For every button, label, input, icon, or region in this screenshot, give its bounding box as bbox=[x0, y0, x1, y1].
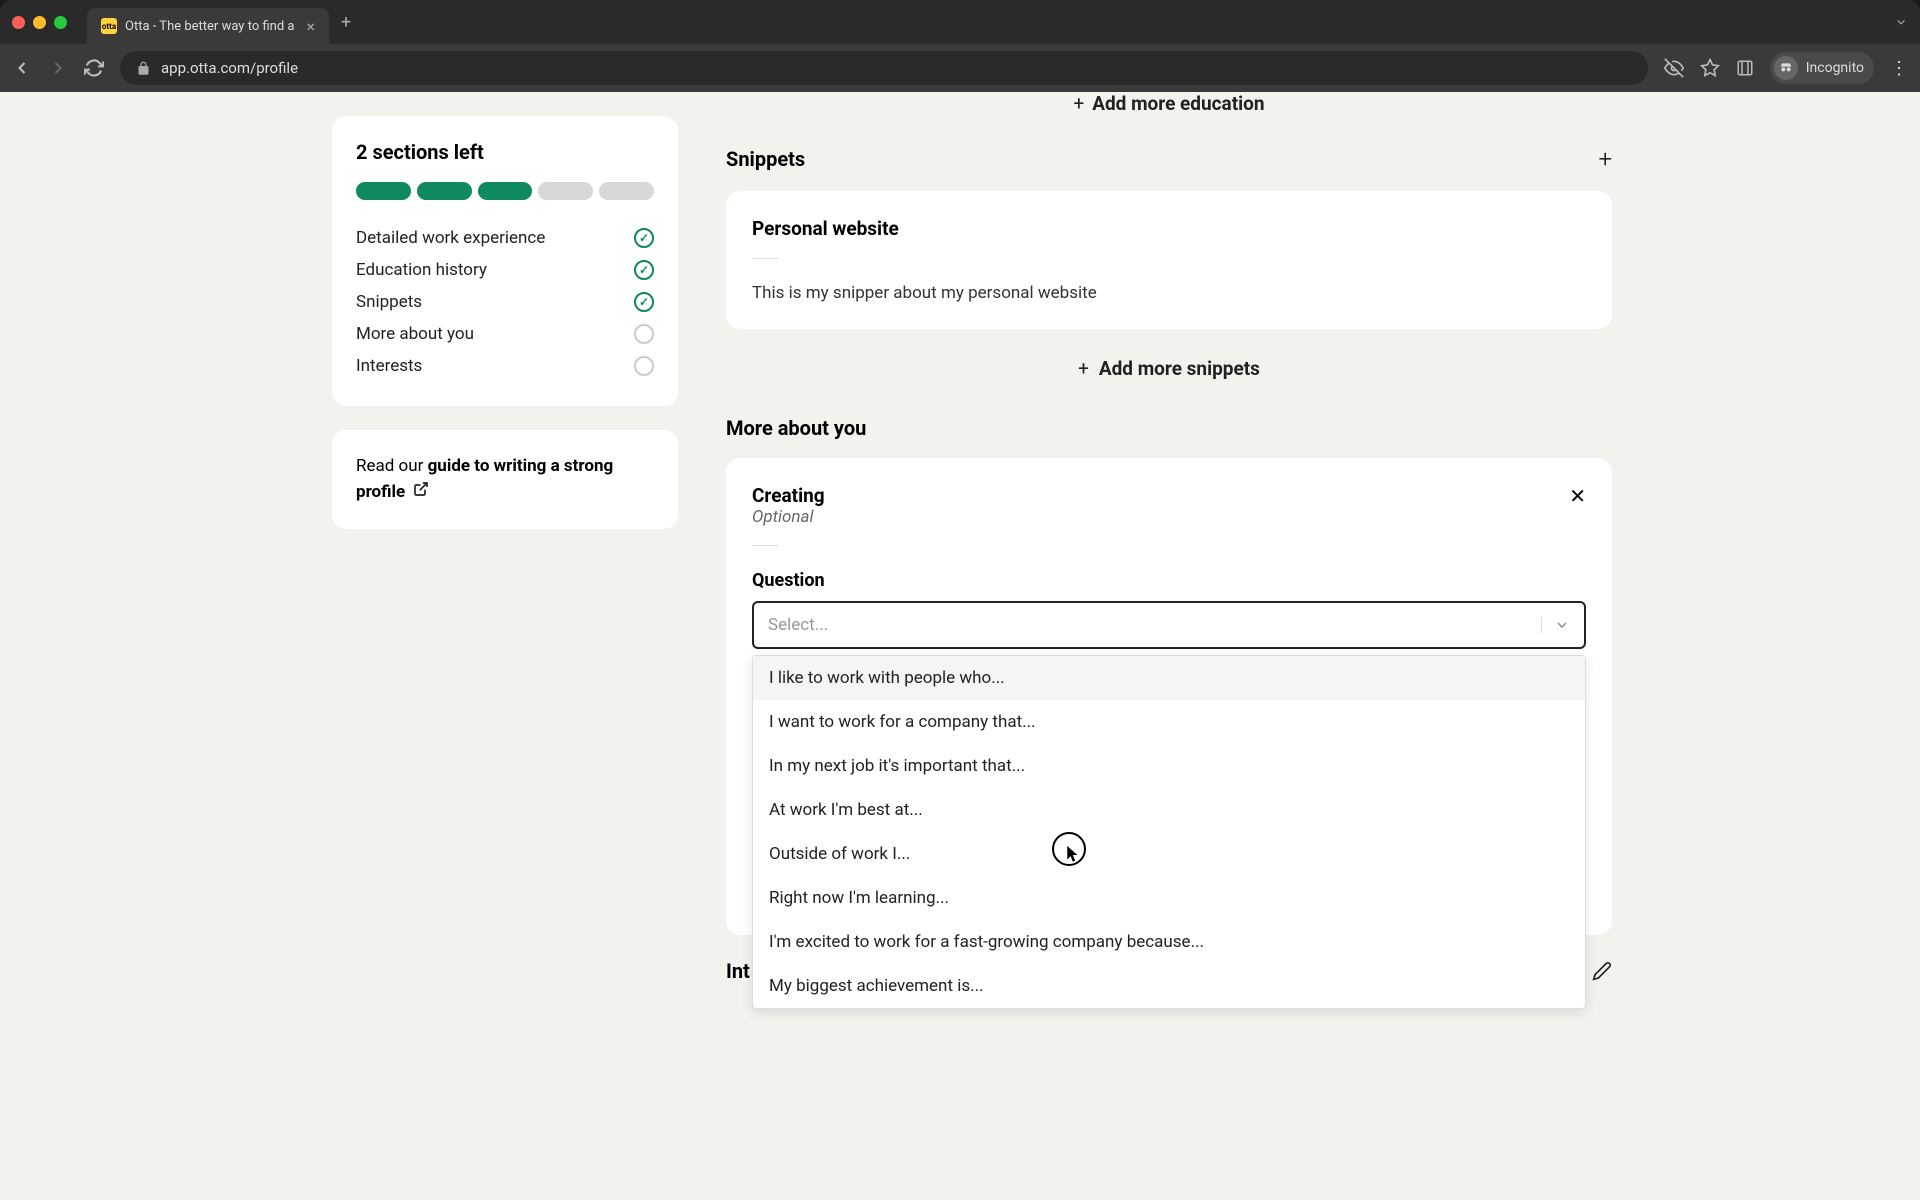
checklist-item[interactable]: Snippets bbox=[356, 286, 654, 318]
sidebar: 2 sections left Detailed work experience… bbox=[332, 116, 678, 529]
favicon: otta bbox=[101, 18, 117, 34]
minimize-window-button[interactable] bbox=[33, 16, 46, 29]
main-content: +Add more education Snippets + Personal … bbox=[726, 116, 1612, 991]
sections-left-title: 2 sections left bbox=[356, 140, 654, 164]
progress-pill bbox=[478, 182, 533, 200]
browser-tab[interactable]: otta Otta - The better way to find a × bbox=[87, 8, 329, 44]
incognito-label: Incognito bbox=[1806, 60, 1864, 76]
external-link-icon bbox=[413, 481, 429, 497]
window-controls bbox=[12, 16, 67, 29]
plus-icon: + bbox=[1078, 357, 1089, 380]
dropdown-option[interactable]: My biggest achievement is... bbox=[753, 964, 1585, 1008]
checklist-label: Education history bbox=[356, 260, 487, 280]
progress-pill bbox=[599, 182, 654, 200]
circle-icon bbox=[634, 324, 654, 344]
progress-pill bbox=[538, 182, 593, 200]
dropdown-option[interactable]: At work I'm best at... bbox=[753, 788, 1585, 832]
check-icon bbox=[634, 292, 654, 312]
reload-button[interactable] bbox=[84, 58, 104, 78]
guide-card: Read our guide to writing a strong profi… bbox=[332, 430, 678, 529]
chevron-down-icon bbox=[1541, 617, 1570, 633]
maximize-window-button[interactable] bbox=[54, 16, 67, 29]
guide-prefix: Read our bbox=[356, 456, 428, 476]
tab-dropdown-icon[interactable] bbox=[1894, 15, 1908, 29]
snippet-card: Personal website This is my snipper abou… bbox=[726, 191, 1612, 329]
add-more-snippets-button[interactable]: + Add more snippets bbox=[1078, 357, 1260, 380]
checklist-label: Interests bbox=[356, 356, 422, 376]
select-placeholder: Select... bbox=[768, 615, 828, 635]
circle-icon bbox=[634, 356, 654, 376]
url-text: app.otta.com/profile bbox=[161, 59, 298, 77]
add-education-button[interactable]: +Add more education bbox=[726, 92, 1612, 115]
creating-card: Creating Optional ✕ Question Select... bbox=[726, 458, 1612, 935]
add-more-snippets-label: Add more snippets bbox=[1099, 357, 1260, 380]
close-tab-icon[interactable]: × bbox=[306, 17, 315, 36]
checklist-item[interactable]: More about you bbox=[356, 318, 654, 350]
dropdown-option[interactable]: Right now I'm learning... bbox=[753, 876, 1585, 920]
browser-toolbar: app.otta.com/profile Incognito ⋮ bbox=[0, 44, 1920, 92]
optional-label: Optional bbox=[752, 507, 825, 527]
question-label: Question bbox=[752, 570, 1586, 591]
tab-title: Otta - The better way to find a bbox=[125, 19, 294, 34]
browser-tab-bar: otta Otta - The better way to find a × + bbox=[0, 0, 1920, 44]
incognito-badge[interactable]: Incognito bbox=[1770, 52, 1874, 84]
question-dropdown: I like to work with people who... I want… bbox=[752, 655, 1586, 1009]
new-tab-button[interactable]: + bbox=[341, 12, 351, 33]
checklist-item[interactable]: Detailed work experience bbox=[356, 222, 654, 254]
interests-title: Int bbox=[726, 959, 750, 983]
snippet-card-title: Personal website bbox=[752, 217, 1586, 240]
divider bbox=[752, 258, 778, 259]
question-select[interactable]: Select... bbox=[752, 601, 1586, 649]
dropdown-option[interactable]: Outside of work I... bbox=[753, 832, 1585, 876]
incognito-icon bbox=[1774, 56, 1798, 80]
divider bbox=[752, 545, 778, 546]
checklist-item[interactable]: Education history bbox=[356, 254, 654, 286]
progress-pill bbox=[356, 182, 411, 200]
dropdown-option[interactable]: I like to work with people who... bbox=[753, 656, 1585, 700]
checklist-label: Detailed work experience bbox=[356, 228, 545, 248]
dropdown-option[interactable]: In my next job it's important that... bbox=[753, 744, 1585, 788]
extension-icon[interactable] bbox=[1736, 59, 1754, 77]
back-button[interactable] bbox=[12, 58, 32, 78]
close-window-button[interactable] bbox=[12, 16, 25, 29]
menu-dots-icon[interactable]: ⋮ bbox=[1890, 58, 1908, 79]
close-icon[interactable]: ✕ bbox=[1569, 484, 1586, 508]
lock-icon bbox=[136, 61, 151, 76]
more-about-you-header: More about you bbox=[726, 410, 1612, 446]
snippets-title: Snippets bbox=[726, 147, 805, 171]
add-education-label: Add more education bbox=[1092, 92, 1264, 115]
checklist-item[interactable]: Interests bbox=[356, 350, 654, 382]
add-snippet-icon[interactable]: + bbox=[1598, 145, 1612, 173]
address-bar[interactable]: app.otta.com/profile bbox=[120, 51, 1648, 85]
dropdown-option[interactable]: I want to work for a company that... bbox=[753, 700, 1585, 744]
progress-pill bbox=[417, 182, 472, 200]
eye-off-icon[interactable] bbox=[1664, 58, 1684, 78]
checklist-label: More about you bbox=[356, 324, 474, 344]
star-icon[interactable] bbox=[1700, 58, 1720, 78]
forward-button[interactable] bbox=[48, 58, 68, 78]
snippets-header: Snippets + bbox=[726, 139, 1612, 179]
progress-card: 2 sections left Detailed work experience… bbox=[332, 116, 678, 406]
page: 2 sections left Detailed work experience… bbox=[0, 92, 1920, 1200]
progress-pills bbox=[356, 182, 654, 200]
cursor-icon bbox=[1067, 846, 1081, 864]
checklist-label: Snippets bbox=[356, 292, 422, 312]
snippet-text: This is my snipper about my personal web… bbox=[752, 283, 1586, 303]
dropdown-option[interactable]: I'm excited to work for a fast-growing c… bbox=[753, 920, 1585, 964]
check-icon bbox=[634, 260, 654, 280]
check-icon bbox=[634, 228, 654, 248]
creating-title: Creating bbox=[752, 484, 825, 507]
edit-icon[interactable] bbox=[1592, 961, 1612, 981]
more-about-you-title: More about you bbox=[726, 416, 866, 440]
